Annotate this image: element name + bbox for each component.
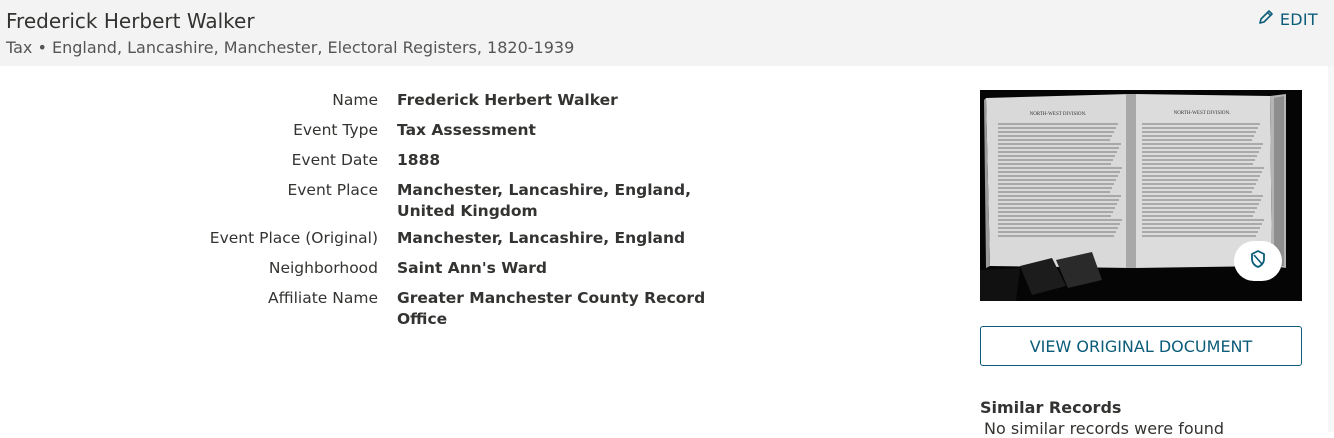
fact-value: Greater Manchester County Record Office [397, 289, 706, 328]
fact-value: Frederick Herbert Walker [397, 91, 618, 109]
shield-button[interactable] [1234, 241, 1282, 281]
fact-label: Event Place (Original) [209, 229, 378, 247]
fact-label: Event Type [293, 121, 378, 139]
record-header: Frederick Herbert Walker Tax • England, … [0, 0, 1334, 66]
fact-row-event-type: Event Type Tax Assessment [0, 120, 760, 141]
fact-row-affiliate-name: Affiliate Name Greater Manchester County… [0, 288, 760, 330]
shield-icon [1248, 249, 1268, 273]
fact-value: Manchester, Lancashire, England, United … [397, 181, 691, 220]
record-title: Frederick Herbert Walker [6, 9, 255, 33]
page-right-heading: NORTH-WEST DIVISION. [1174, 111, 1231, 116]
fact-label: Name [332, 91, 378, 109]
fact-value: Manchester, Lancashire, England [397, 229, 686, 247]
view-original-document-button[interactable]: VIEW ORIGINAL DOCUMENT [980, 326, 1302, 366]
record-subtitle: Tax • England, Lancashire, Manchester, E… [6, 38, 575, 57]
fact-label: Neighborhood [268, 259, 378, 277]
fact-row-name: Name Frederick Herbert Walker [0, 90, 760, 111]
fact-value: 1888 [397, 151, 441, 169]
fact-value: Saint Ann's Ward [397, 259, 547, 277]
fact-row-neighborhood: Neighborhood Saint Ann's Ward [0, 258, 760, 279]
scrollbar-track[interactable] [1328, 66, 1334, 432]
fact-label: Affiliate Name [268, 289, 378, 307]
fact-row-event-date: Event Date 1888 [0, 150, 760, 171]
fact-row-event-place: Event Place Manchester, Lancashire, Engl… [0, 180, 760, 222]
record-facts: Name Frederick Herbert Walker Event Type… [0, 90, 760, 339]
similar-records-heading: Similar Records [980, 398, 1122, 417]
edit-button[interactable]: EDIT [1258, 9, 1318, 29]
fact-label: Event Place [287, 181, 378, 199]
fact-value: Tax Assessment [397, 121, 536, 139]
edit-label: EDIT [1279, 9, 1318, 29]
fact-label: Event Date [291, 151, 378, 169]
fact-row-event-place-original: Event Place (Original) Manchester, Lanca… [0, 228, 760, 249]
pencil-icon [1258, 9, 1274, 29]
page-left-heading: NORTH-WEST DIVISION. [1030, 112, 1087, 117]
similar-records-empty-message: No similar records were found [984, 419, 1225, 438]
